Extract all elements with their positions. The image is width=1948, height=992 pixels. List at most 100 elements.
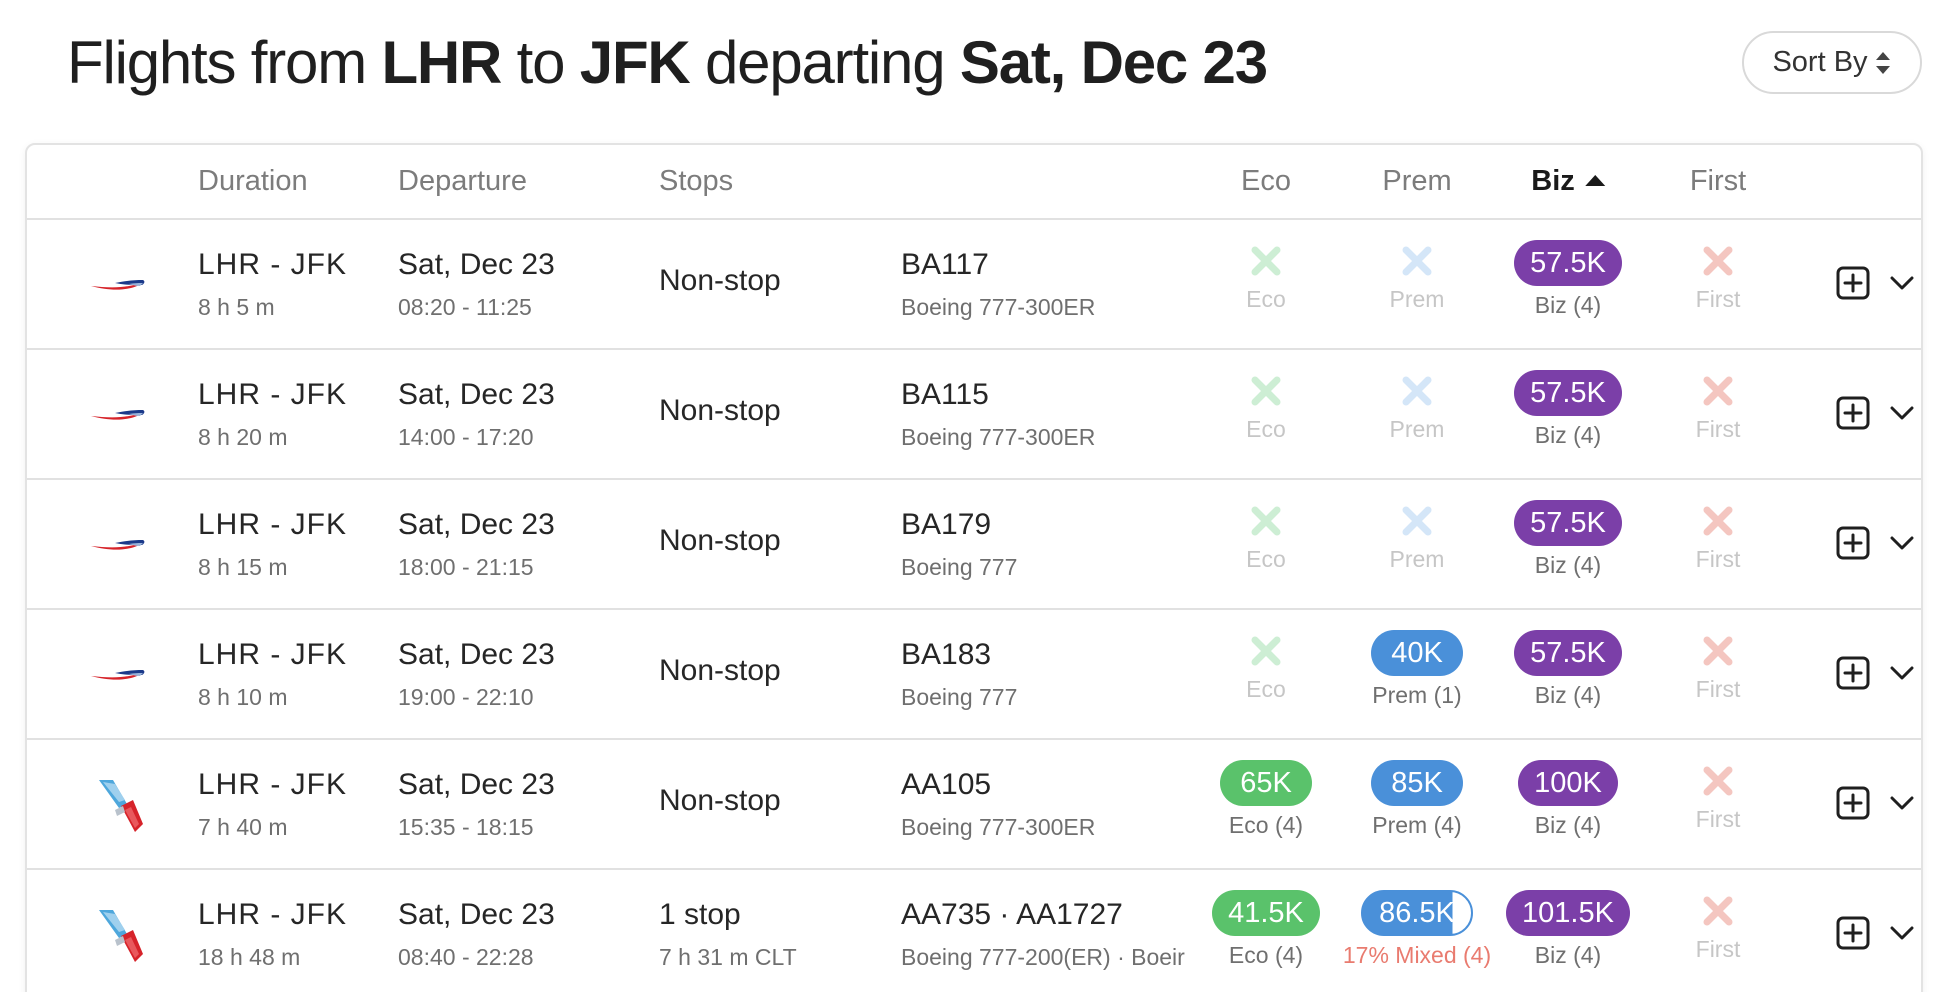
flight-row[interactable]: LHR - JFK 8 h 10 m Sat, Dec 23 19:00 - 2… <box>27 610 1921 740</box>
biz-fare[interactable]: 57.5K Biz (4) <box>1493 370 1643 449</box>
stops-cell: Non-stop <box>659 264 781 310</box>
add-icon[interactable] <box>1836 656 1870 690</box>
flight-number: BA117 <box>901 248 989 281</box>
aircraft: Boeing 777 <box>901 684 1018 710</box>
prem-fare[interactable]: 86.5K 17% Mixed (4) <box>1342 890 1492 969</box>
title-origin: LHR <box>381 29 502 96</box>
chevron-down-icon[interactable] <box>1889 404 1915 422</box>
prem-price-badge[interactable]: 85K <box>1371 760 1463 806</box>
first-fare[interactable]: First <box>1643 760 1793 833</box>
add-icon[interactable] <box>1836 526 1870 560</box>
departure-times: 18:00 - 21:15 <box>398 554 534 580</box>
flight-row[interactable]: LHR - JFK 7 h 40 m Sat, Dec 23 15:35 - 1… <box>27 740 1921 870</box>
route-cell: LHR - JFK 8 h 15 m <box>198 508 347 581</box>
eco-fare[interactable]: Eco <box>1191 500 1341 573</box>
biz-price-badge[interactable]: 57.5K <box>1514 240 1622 286</box>
page-title: Flights from LHR to JFK departing Sat, D… <box>67 28 1268 97</box>
biz-fare[interactable]: 100K Biz (4) <box>1493 760 1643 839</box>
flight-row[interactable]: LHR - JFK 8 h 20 m Sat, Dec 23 14:00 - 1… <box>27 350 1921 480</box>
biz-fare[interactable]: 57.5K Biz (4) <box>1493 240 1643 319</box>
sort-by-button[interactable]: Sort By <box>1742 31 1922 94</box>
column-header-first[interactable]: First <box>1690 165 1746 198</box>
prem-fare[interactable]: 85K Prem (4) <box>1342 760 1492 839</box>
column-header-eco[interactable]: Eco <box>1241 165 1291 198</box>
eco-fare[interactable]: 65K Eco (4) <box>1191 760 1341 839</box>
unavailable-x-icon <box>1251 506 1281 536</box>
flight-row[interactable]: LHR - JFK 8 h 15 m Sat, Dec 23 18:00 - 2… <box>27 480 1921 610</box>
column-header-prem[interactable]: Prem <box>1382 165 1451 198</box>
first-fare[interactable]: First <box>1643 370 1793 443</box>
departure-cell: Sat, Dec 23 15:35 - 18:15 <box>398 768 555 841</box>
eco-fare[interactable]: Eco <box>1191 370 1341 443</box>
biz-fare[interactable]: 57.5K Biz (4) <box>1493 500 1643 579</box>
eco-unavailable-label: Eco <box>1246 676 1286 702</box>
chevron-down-icon[interactable] <box>1889 274 1915 292</box>
first-fare[interactable]: First <box>1643 890 1793 963</box>
biz-seats-label: Biz (4) <box>1534 422 1602 448</box>
prem-price-badge[interactable]: 86.5K <box>1361 890 1473 936</box>
prem-price-badge[interactable]: 40K <box>1371 630 1463 676</box>
eco-price-badge[interactable]: 65K <box>1220 760 1312 806</box>
add-icon[interactable] <box>1836 786 1870 820</box>
biz-price-badge[interactable]: 57.5K <box>1514 500 1622 546</box>
first-unavailable-label: First <box>1695 286 1741 312</box>
departure-times: 14:00 - 17:20 <box>398 424 534 450</box>
unavailable-x-icon <box>1703 376 1733 406</box>
prem-fare[interactable]: Prem <box>1342 240 1492 313</box>
unavailable-x-icon <box>1402 376 1432 406</box>
first-fare[interactable]: First <box>1643 240 1793 313</box>
stops: Non-stop <box>659 784 781 817</box>
american-airlines-logo <box>85 900 153 968</box>
eco-fare[interactable]: Eco <box>1191 630 1341 703</box>
chevron-down-icon[interactable] <box>1889 794 1915 812</box>
aircraft: Boeing 777 <box>901 554 1018 580</box>
stops: 1 stop <box>659 898 741 931</box>
chevron-down-icon[interactable] <box>1889 924 1915 942</box>
stops-cell: 1 stop 7 h 31 m CLT <box>659 898 797 971</box>
stops: Non-stop <box>659 654 781 687</box>
unavailable-x-icon <box>1703 896 1733 926</box>
departure-date: Sat, Dec 23 <box>398 248 555 281</box>
british-airways-logo <box>85 250 153 318</box>
biz-price-badge[interactable]: 57.5K <box>1514 370 1622 416</box>
add-icon[interactable] <box>1836 916 1870 950</box>
biz-price-badge[interactable]: 57.5K <box>1514 630 1622 676</box>
prem-fare[interactable]: Prem <box>1342 370 1492 443</box>
title-date: Sat, Dec 23 <box>959 29 1268 96</box>
flight-row[interactable]: LHR - JFK 18 h 48 m Sat, Dec 23 08:40 - … <box>27 870 1921 992</box>
column-header-departure[interactable]: Departure <box>398 165 527 198</box>
duration: 8 h 15 m <box>198 554 288 580</box>
biz-fare[interactable]: 101.5K Biz (4) <box>1493 890 1643 969</box>
flight-row[interactable]: LHR - JFK 8 h 5 m Sat, Dec 23 08:20 - 11… <box>27 220 1921 350</box>
route: LHR - JFK <box>198 768 348 801</box>
title-prefix: Flights from <box>67 29 382 96</box>
column-header-biz[interactable]: Biz <box>1531 165 1605 198</box>
eco-fare[interactable]: 41.5K Eco (4) <box>1191 890 1341 969</box>
column-header-stops[interactable]: Stops <box>659 165 733 198</box>
eco-fare[interactable]: Eco <box>1191 240 1341 313</box>
prem-fare[interactable]: Prem <box>1342 500 1492 573</box>
eco-price-badge[interactable]: 41.5K <box>1212 890 1320 936</box>
column-header-duration[interactable]: Duration <box>198 165 308 198</box>
prem-seats-label: Prem (4) <box>1372 812 1462 838</box>
eco-unavailable-label: Eco <box>1246 546 1286 572</box>
sort-ascending-icon <box>1584 175 1605 186</box>
add-icon[interactable] <box>1836 266 1870 300</box>
chevron-down-icon[interactable] <box>1889 534 1915 552</box>
first-fare[interactable]: First <box>1643 500 1793 573</box>
duration: 8 h 5 m <box>198 294 275 320</box>
add-icon[interactable] <box>1836 396 1870 430</box>
prem-unavailable-label: Prem <box>1389 286 1445 312</box>
prem-fare[interactable]: 40K Prem (1) <box>1342 630 1492 709</box>
stops-cell: Non-stop <box>659 784 781 830</box>
flight-number: AA105 <box>901 768 992 801</box>
biz-price-badge[interactable]: 100K <box>1518 760 1618 806</box>
prem-seats-label: 17% Mixed (4) <box>1342 942 1492 968</box>
title-destination: JFK <box>579 29 691 96</box>
chevron-down-icon[interactable] <box>1889 664 1915 682</box>
prem-unavailable-label: Prem <box>1389 546 1445 572</box>
biz-fare[interactable]: 57.5K Biz (4) <box>1493 630 1643 709</box>
route-cell: LHR - JFK 8 h 10 m <box>198 638 347 711</box>
biz-price-badge[interactable]: 101.5K <box>1506 890 1630 936</box>
first-fare[interactable]: First <box>1643 630 1793 703</box>
